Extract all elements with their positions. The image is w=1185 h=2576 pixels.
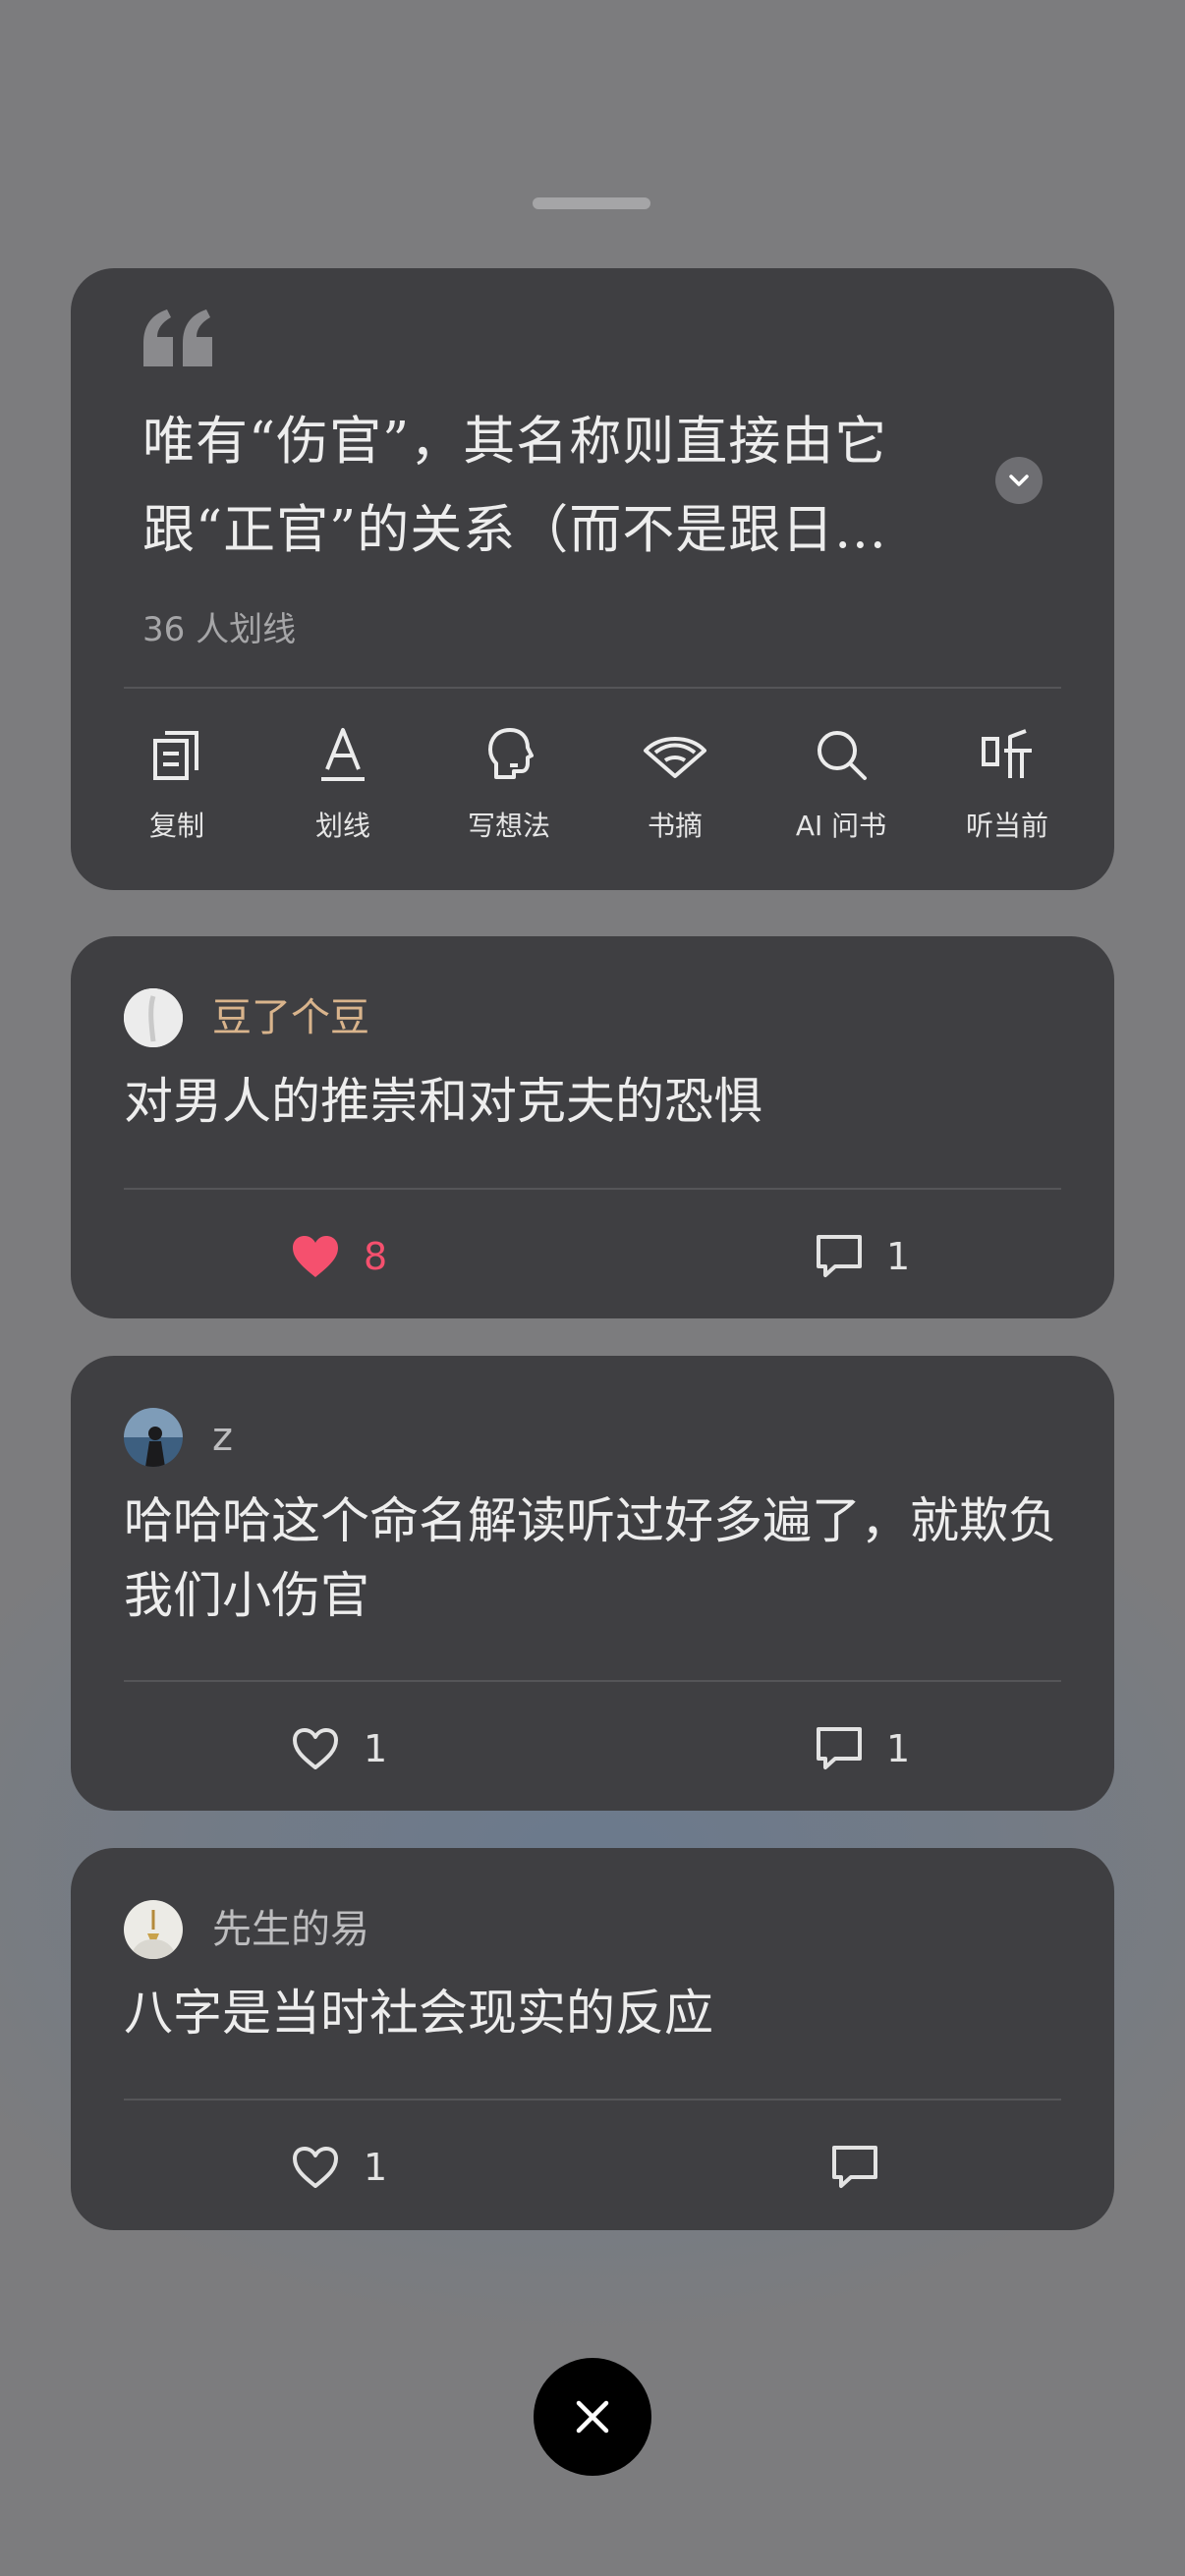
divider [124, 1188, 1061, 1190]
heart-outline-icon [293, 2147, 338, 2188]
comment-bubble-icon [832, 2146, 877, 2188]
underline-button[interactable]: 划线 [269, 722, 417, 844]
copy-button[interactable]: 复制 [103, 722, 251, 844]
ai-ask-book-label: AI 问书 [795, 810, 887, 842]
comment-author[interactable]: 先生的易 [212, 1905, 369, 1954]
like-count: 1 [364, 2146, 388, 2189]
reply-count: 1 [886, 1235, 911, 1278]
quote-mark-icon [143, 309, 212, 366]
divider [124, 687, 1061, 689]
write-thought-label: 写想法 [467, 810, 550, 842]
divider [124, 1680, 1061, 1682]
book-excerpt-label: 书摘 [647, 810, 703, 842]
chevron-down-icon [1009, 475, 1029, 486]
quote-actions-bar: 复制 划线 写想法 书摘 AI 问书 听当前 [124, 722, 1061, 842]
comment-author[interactable]: 豆了个豆 [212, 993, 369, 1042]
listen-icon [982, 729, 1032, 778]
comment-author[interactable]: z [212, 1413, 233, 1462]
heart-filled-icon [293, 1236, 338, 1277]
comment-bubble-icon [817, 1727, 862, 1769]
like-button[interactable]: 8 [291, 1227, 387, 1286]
book-excerpt-button[interactable]: 书摘 [601, 722, 749, 844]
underline-icon [321, 728, 365, 781]
book-excerpt-icon [644, 737, 706, 778]
close-icon [576, 2400, 609, 2434]
comment-text: 对男人的推崇和对克夫的恐惧 [124, 1073, 762, 1130]
like-count: 1 [364, 1727, 388, 1770]
like-count: 8 [364, 1235, 388, 1278]
avatar[interactable] [124, 1900, 183, 1959]
copy-icon [153, 731, 198, 780]
reply-button[interactable]: 1 [816, 1227, 910, 1286]
close-button[interactable] [534, 2358, 651, 2476]
reply-button[interactable] [831, 2138, 878, 2197]
divider [124, 2099, 1061, 2100]
listen-current-button[interactable]: 听当前 [933, 722, 1081, 844]
like-button[interactable]: 1 [291, 1719, 387, 1778]
copy-label: 复制 [148, 810, 204, 842]
like-button[interactable]: 1 [291, 2138, 387, 2197]
thought-icon [488, 728, 534, 779]
listen-current-label: 听当前 [965, 810, 1048, 842]
highlight-count: 36 人划线 [142, 610, 297, 649]
comment-bubble-icon [817, 1235, 862, 1277]
quote-text: 唯有“伤官”，其名称则直接由它跟“正官”的关系（而不是跟日... [142, 412, 888, 560]
underline-label: 划线 [314, 810, 370, 842]
expand-quote-button[interactable] [995, 457, 1043, 504]
reply-button[interactable]: 1 [816, 1719, 910, 1778]
reply-count: 1 [886, 1727, 911, 1770]
comment-text: 哈哈哈这个命名解读听过好多遍了，就欺负我们小伤官 [124, 1492, 1057, 1624]
search-icon [818, 731, 867, 780]
write-thought-button[interactable]: 写想法 [435, 722, 583, 844]
comment-card[interactable]: 豆了个豆 对男人的推崇和对克夫的恐惧 8 1 [71, 936, 1114, 1318]
avatar[interactable] [124, 1408, 183, 1467]
ai-ask-book-button[interactable]: AI 问书 [767, 722, 915, 844]
heart-outline-icon [293, 1728, 338, 1769]
quote-card: 唯有“伤官”，其名称则直接由它跟“正官”的关系（而不是跟日... 36 人划线 … [71, 268, 1114, 890]
comment-card[interactable]: 先生的易 八字是当时社会现实的反应 1 [71, 1848, 1114, 2230]
comment-text: 八字是当时社会现实的反应 [124, 1985, 713, 2042]
sheet-drag-handle[interactable] [533, 197, 650, 209]
comment-card[interactable]: z 哈哈哈这个命名解读听过好多遍了，就欺负我们小伤官 1 1 [71, 1356, 1114, 1811]
avatar[interactable] [124, 988, 183, 1047]
